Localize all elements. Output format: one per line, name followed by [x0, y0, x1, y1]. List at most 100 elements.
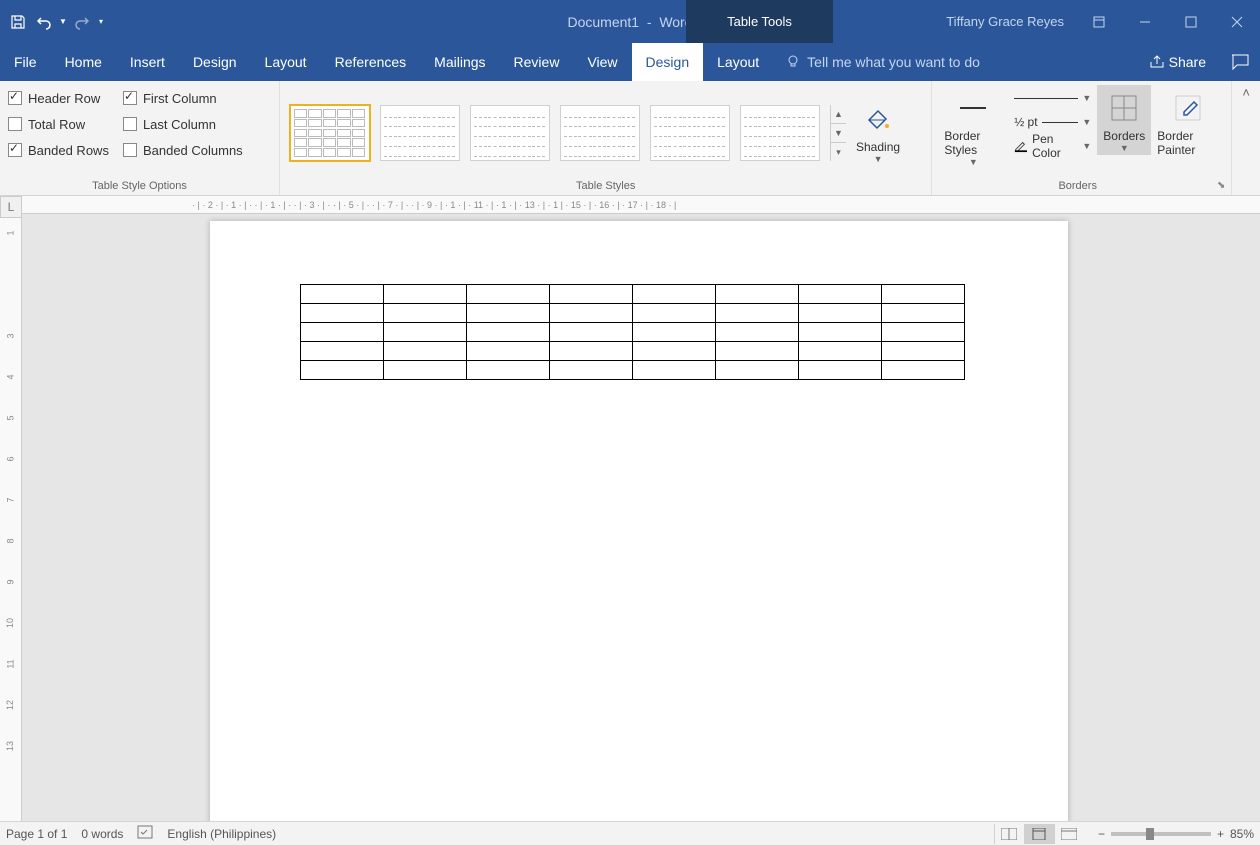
- zoom-level[interactable]: 85%: [1230, 827, 1254, 841]
- tab-layout[interactable]: Layout: [251, 43, 321, 81]
- share-button[interactable]: Share: [1135, 43, 1220, 81]
- chevron-down-icon: ▼: [1082, 141, 1091, 151]
- checkbox-icon: [8, 117, 22, 131]
- comments-button[interactable]: [1220, 43, 1260, 81]
- group-table-style-options: Header Row Total Row Banded Rows First C…: [0, 81, 280, 195]
- checkbox-header-row[interactable]: Header Row: [6, 85, 111, 111]
- maximize-button[interactable]: [1168, 0, 1214, 43]
- group-table-styles: ▲ ▼ ▾ Shading ▼ Table Styles: [280, 81, 932, 195]
- pen-color-dropdown[interactable]: Pen Color▼: [1010, 135, 1095, 157]
- zoom-track[interactable]: [1111, 832, 1211, 836]
- status-word-count[interactable]: 0 words: [81, 827, 123, 841]
- gallery-more[interactable]: ▾: [831, 143, 846, 161]
- ribbon-tabs: File Home Insert Design Layout Reference…: [0, 43, 1260, 81]
- tab-references[interactable]: References: [321, 43, 421, 81]
- gallery-scrollbar: ▲ ▼ ▾: [830, 105, 846, 161]
- chevron-down-icon: ▼: [969, 157, 978, 167]
- group-label: Table Styles: [286, 177, 925, 195]
- zoom-out-button[interactable]: −: [1098, 827, 1105, 841]
- save-button[interactable]: [6, 10, 30, 34]
- tab-insert[interactable]: Insert: [116, 43, 179, 81]
- vertical-ruler[interactable]: 1345678910111213: [0, 218, 22, 821]
- chevron-down-icon: ▼: [874, 154, 883, 164]
- table-style-thumb[interactable]: [560, 105, 640, 161]
- tab-review[interactable]: Review: [500, 43, 574, 81]
- table-style-thumb[interactable]: [740, 105, 820, 161]
- gallery-scroll-down[interactable]: ▼: [831, 124, 846, 143]
- checkbox-banded-columns[interactable]: Banded Columns: [121, 137, 245, 163]
- tab-view[interactable]: View: [573, 43, 631, 81]
- chevron-down-icon: ▼: [1082, 93, 1091, 103]
- status-bar: Page 1 of 1 0 words English (Philippines…: [0, 821, 1260, 845]
- checkbox-icon: [123, 143, 137, 157]
- user-name: Tiffany Grace Reyes: [934, 14, 1076, 29]
- status-language[interactable]: English (Philippines): [167, 827, 276, 841]
- borders-button[interactable]: Borders ▼: [1097, 85, 1151, 155]
- tab-table-layout[interactable]: Layout: [703, 43, 773, 81]
- table-styles-gallery: ▲ ▼ ▾: [286, 101, 850, 161]
- lightbulb-icon: [785, 54, 801, 70]
- group-label: Table Style Options: [6, 177, 273, 195]
- checkbox-first-column[interactable]: First Column: [121, 85, 245, 111]
- checkbox-icon: [8, 91, 22, 105]
- horizontal-ruler[interactable]: · | · 2 · | · 1 · | · · | · 1 · | · · | …: [22, 196, 1260, 214]
- table-row: [301, 323, 965, 342]
- zoom-slider: − + 85%: [1098, 827, 1254, 841]
- undo-dropdown[interactable]: ▼: [58, 10, 68, 34]
- quick-access-toolbar: ▼ ▾: [0, 10, 106, 34]
- border-painter-icon: [1171, 91, 1205, 125]
- line-style-dropdown[interactable]: ▼: [1010, 87, 1095, 109]
- chevron-down-icon: ▼: [1082, 117, 1091, 127]
- ribbon-display-options[interactable]: [1076, 0, 1122, 43]
- share-icon: [1149, 54, 1165, 70]
- print-layout-button[interactable]: [1024, 824, 1054, 844]
- contextual-tab-label: Table Tools: [686, 0, 833, 43]
- document-area: L · | · 2 · | · 1 · | · · | · 1 · | · · …: [0, 196, 1260, 821]
- tell-me-placeholder: Tell me what you want to do: [807, 54, 980, 70]
- tab-mailings[interactable]: Mailings: [420, 43, 499, 81]
- undo-button[interactable]: [32, 10, 56, 34]
- table-row: [301, 361, 965, 380]
- tab-file[interactable]: File: [0, 43, 51, 81]
- web-layout-button[interactable]: [1054, 824, 1084, 844]
- tell-me-search[interactable]: Tell me what you want to do: [773, 43, 1134, 81]
- document-table[interactable]: [300, 284, 965, 380]
- collapse-ribbon-button[interactable]: ˄: [1232, 81, 1260, 195]
- paint-bucket-icon: [861, 102, 895, 136]
- close-button[interactable]: [1214, 0, 1260, 43]
- line-weight-dropdown[interactable]: ½ pt▼: [1010, 111, 1095, 133]
- comment-icon: [1231, 54, 1249, 70]
- checkbox-total-row[interactable]: Total Row: [6, 111, 111, 137]
- checkbox-icon: [123, 91, 137, 105]
- zoom-thumb[interactable]: [1146, 828, 1154, 840]
- pen-icon: [1014, 138, 1028, 154]
- read-mode-button[interactable]: [994, 824, 1024, 844]
- checkbox-last-column[interactable]: Last Column: [121, 111, 245, 137]
- chevron-down-icon: ▼: [1120, 143, 1129, 153]
- borders-icon: [1107, 91, 1141, 125]
- tab-selector[interactable]: L: [0, 196, 22, 218]
- redo-button[interactable]: [70, 10, 94, 34]
- table-style-thumb[interactable]: [650, 105, 730, 161]
- border-painter-button[interactable]: Border Painter: [1151, 85, 1225, 159]
- border-styles-button[interactable]: Border Styles ▼: [938, 85, 1008, 169]
- spelling-icon[interactable]: [137, 825, 153, 842]
- dialog-launcher[interactable]: ⬊: [1217, 180, 1225, 191]
- table-row: [301, 285, 965, 304]
- qat-customize[interactable]: ▾: [96, 10, 106, 34]
- minimize-button[interactable]: [1122, 0, 1168, 43]
- table-style-thumb[interactable]: [470, 105, 550, 161]
- table-style-thumb[interactable]: [380, 105, 460, 161]
- checkbox-banded-rows[interactable]: Banded Rows: [6, 137, 111, 163]
- gallery-scroll-up[interactable]: ▲: [831, 105, 846, 124]
- tab-design[interactable]: Design: [179, 43, 251, 81]
- ribbon: Header Row Total Row Banded Rows First C…: [0, 81, 1260, 196]
- table-style-thumb[interactable]: [290, 105, 370, 161]
- page[interactable]: [210, 221, 1068, 821]
- tab-home[interactable]: Home: [51, 43, 116, 81]
- zoom-in-button[interactable]: +: [1217, 827, 1224, 841]
- doc-name: Document1: [567, 14, 639, 30]
- shading-button[interactable]: Shading ▼: [850, 96, 906, 166]
- tab-table-design[interactable]: Design: [632, 43, 704, 81]
- status-page[interactable]: Page 1 of 1: [6, 827, 67, 841]
